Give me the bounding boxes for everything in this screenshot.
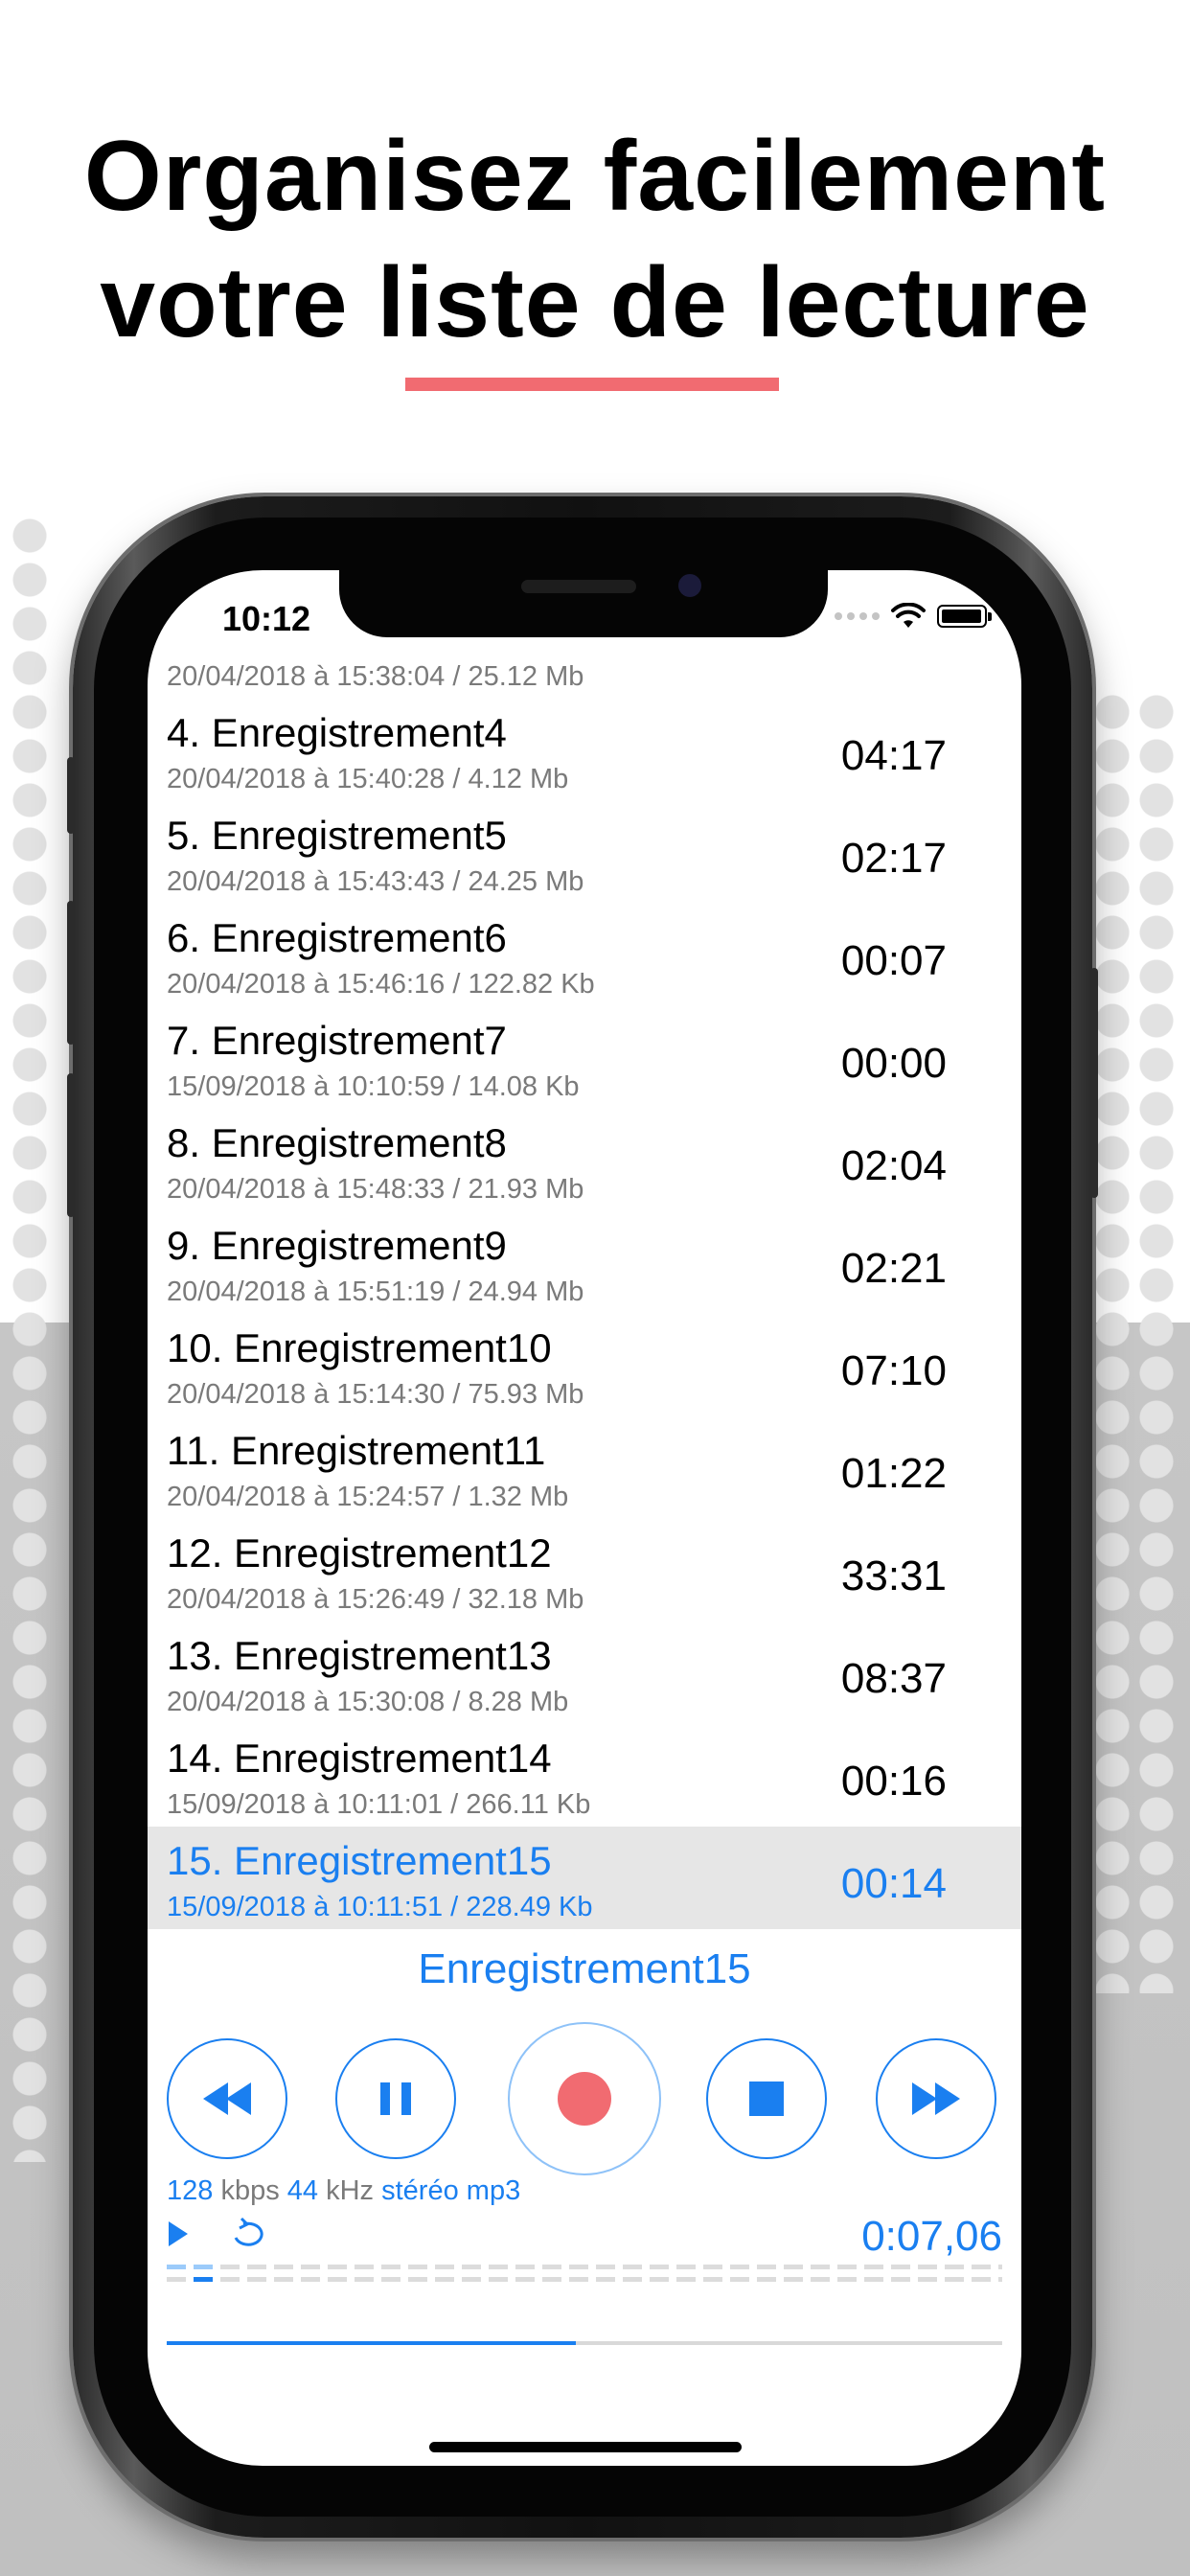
battery-icon xyxy=(937,605,992,628)
phone-power-button xyxy=(1090,968,1098,1198)
recording-duration: 02:17 xyxy=(840,835,947,882)
status-icons xyxy=(835,603,992,630)
list-item[interactable]: 9. Enregistrement9 20/04/2018 à 15:51:19… xyxy=(148,1211,1021,1314)
sample-rate-unit: kHz xyxy=(326,2175,375,2206)
level-meter-right-active xyxy=(194,2277,213,2282)
recording-title: 7. Enregistrement7 xyxy=(167,1018,507,1063)
headline-line-1: Organisez facilement xyxy=(83,121,1107,232)
list-item-selected[interactable]: 15. Enregistrement15 15/09/2018 à 10:11:… xyxy=(148,1827,1021,1929)
recording-meta: 20/04/2018 à 15:46:16 / 122.82 Kb xyxy=(167,969,595,1000)
pause-icon xyxy=(380,2082,411,2115)
decorative-dots-right xyxy=(1090,690,1179,1993)
recording-duration: 01:22 xyxy=(840,1450,947,1497)
audio-format-info: 128 kbps 44 kHz stéréo mp3 xyxy=(167,2175,520,2207)
level-meter-left-active xyxy=(167,2265,213,2269)
recording-duration: 08:37 xyxy=(840,1655,947,1702)
recording-meta: 20/04/2018 à 15:40:28 / 4.12 Mb xyxy=(167,764,569,794)
recording-meta: 20/04/2018 à 15:43:43 / 24.25 Mb xyxy=(167,866,584,897)
recording-meta: 15/09/2018 à 10:11:51 / 228.49 Kb xyxy=(167,1892,593,1922)
list-item[interactable]: 13. Enregistrement13 20/04/2018 à 15:30:… xyxy=(148,1622,1021,1724)
playback-progress-fill xyxy=(167,2341,577,2345)
elapsed-time: 0:07,06 xyxy=(861,2213,1002,2260)
recording-title: 15. Enregistrement15 xyxy=(167,1838,552,1883)
list-item[interactable]: 12. Enregistrement12 20/04/2018 à 15:26:… xyxy=(148,1519,1021,1622)
list-item[interactable]: 11. Enregistrement11 20/04/2018 à 15:24:… xyxy=(148,1416,1021,1519)
recording-meta: 20/04/2018 à 15:24:57 / 1.32 Mb xyxy=(167,1482,569,1512)
repeat-icon[interactable] xyxy=(228,2217,272,2251)
record-icon xyxy=(558,2072,611,2126)
phone-notch xyxy=(339,570,828,637)
stop-button[interactable] xyxy=(706,2038,827,2159)
recording-title: 6. Enregistrement6 xyxy=(167,915,507,960)
recording-duration: 02:04 xyxy=(840,1142,947,1189)
pause-button[interactable] xyxy=(335,2038,456,2159)
recording-duration: 04:17 xyxy=(840,732,947,779)
list-item[interactable]: 10. Enregistrement10 20/04/2018 à 15:14:… xyxy=(148,1314,1021,1416)
codec-value: mp3 xyxy=(466,2175,521,2206)
recording-duration: 07:10 xyxy=(840,1347,947,1394)
player-controls xyxy=(148,2022,1021,2175)
status-time: 10:12 xyxy=(222,599,311,638)
cellular-signal-icon xyxy=(835,612,880,620)
recording-meta: 20/04/2018 à 15:30:08 / 8.28 Mb xyxy=(167,1687,569,1717)
playback-progress-bar[interactable] xyxy=(167,2341,1002,2345)
headline-underline xyxy=(405,378,779,391)
list-item[interactable]: 8. Enregistrement8 20/04/2018 à 15:48:33… xyxy=(148,1109,1021,1211)
recording-title: 4. Enregistrement4 xyxy=(167,710,507,755)
rewind-button[interactable] xyxy=(167,2038,287,2159)
list-item[interactable]: 6. Enregistrement6 20/04/2018 à 15:46:16… xyxy=(148,904,1021,1006)
recording-meta: 20/04/2018 à 15:14:30 / 75.93 Mb xyxy=(167,1379,584,1410)
now-playing-title: Enregistrement15 xyxy=(418,1945,751,1992)
phone-volume-up-button xyxy=(67,901,75,1045)
recording-duration: 00:16 xyxy=(840,1758,947,1805)
recording-meta: 15/09/2018 à 10:11:01 / 266.11 Kb xyxy=(167,1789,591,1820)
channels-value: stéréo xyxy=(381,2175,459,2206)
list-item[interactable]: 4. Enregistrement4 20/04/2018 à 15:40:28… xyxy=(148,699,1021,801)
level-meter-right xyxy=(167,2277,1002,2282)
recording-title: 13. Enregistrement13 xyxy=(167,1633,552,1678)
headline: Organisez facilement votre liste de lect… xyxy=(0,113,1190,366)
list-item[interactable]: 5. Enregistrement5 20/04/2018 à 15:43:43… xyxy=(148,801,1021,904)
rewind-icon xyxy=(203,2082,251,2115)
recording-meta: 20/04/2018 à 15:48:33 / 21.93 Mb xyxy=(167,1174,584,1205)
recording-duration: 00:14 xyxy=(840,1860,947,1907)
recording-title: 5. Enregistrement5 xyxy=(167,813,507,858)
recording-meta: 20/04/2018 à 15:26:49 / 32.18 Mb xyxy=(167,1584,584,1615)
notch-speaker xyxy=(521,580,636,593)
level-meter-left xyxy=(167,2265,1002,2269)
wifi-icon xyxy=(891,603,926,628)
bitrate-value: 128 xyxy=(167,2175,214,2206)
recording-meta: 15/09/2018 à 10:10:59 / 14.08 Kb xyxy=(167,1071,580,1102)
stop-icon xyxy=(749,2082,784,2116)
recording-title: 8. Enregistrement8 xyxy=(167,1120,507,1165)
recording-duration: 00:00 xyxy=(840,1040,947,1087)
notch-camera xyxy=(678,574,701,597)
recording-title: 14. Enregistrement14 xyxy=(167,1736,552,1781)
recording-title: 9. Enregistrement9 xyxy=(167,1223,507,1268)
recording-meta: 20/04/2018 à 15:51:19 / 24.94 Mb xyxy=(167,1276,584,1307)
phone-volume-down-button xyxy=(67,1073,75,1217)
fast-forward-icon xyxy=(912,2082,960,2115)
list-item[interactable]: 14. Enregistrement14 15/09/2018 à 10:11:… xyxy=(148,1724,1021,1827)
recording-title: 10. Enregistrement10 xyxy=(167,1325,552,1370)
home-indicator[interactable] xyxy=(429,2442,742,2452)
fast-forward-button[interactable] xyxy=(876,2038,996,2159)
record-button[interactable] xyxy=(508,2022,661,2175)
recording-title: 12. Enregistrement12 xyxy=(167,1530,552,1576)
recording-title: 11. Enregistrement11 xyxy=(167,1428,546,1473)
play-icon[interactable] xyxy=(167,2220,190,2247)
phone-side-button-left xyxy=(67,757,75,834)
bitrate-unit: kbps xyxy=(220,2175,280,2206)
headline-line-2: votre liste de lecture xyxy=(100,247,1090,358)
phone-screen: 10:12 20/04/2018 à 15:38:04 / 25.12 Mb 4… xyxy=(148,570,1021,2466)
recording-duration: 02:21 xyxy=(840,1245,947,1292)
list-item[interactable]: 7. Enregistrement7 15/09/2018 à 10:10:59… xyxy=(148,1006,1021,1109)
recording-duration: 00:07 xyxy=(840,937,947,984)
decorative-dots-left xyxy=(8,514,52,2162)
recording-duration: 33:31 xyxy=(840,1552,947,1599)
list-item-partial-sub: 20/04/2018 à 15:38:04 / 25.12 Mb xyxy=(167,661,584,692)
sample-rate-value: 44 xyxy=(286,2175,319,2206)
